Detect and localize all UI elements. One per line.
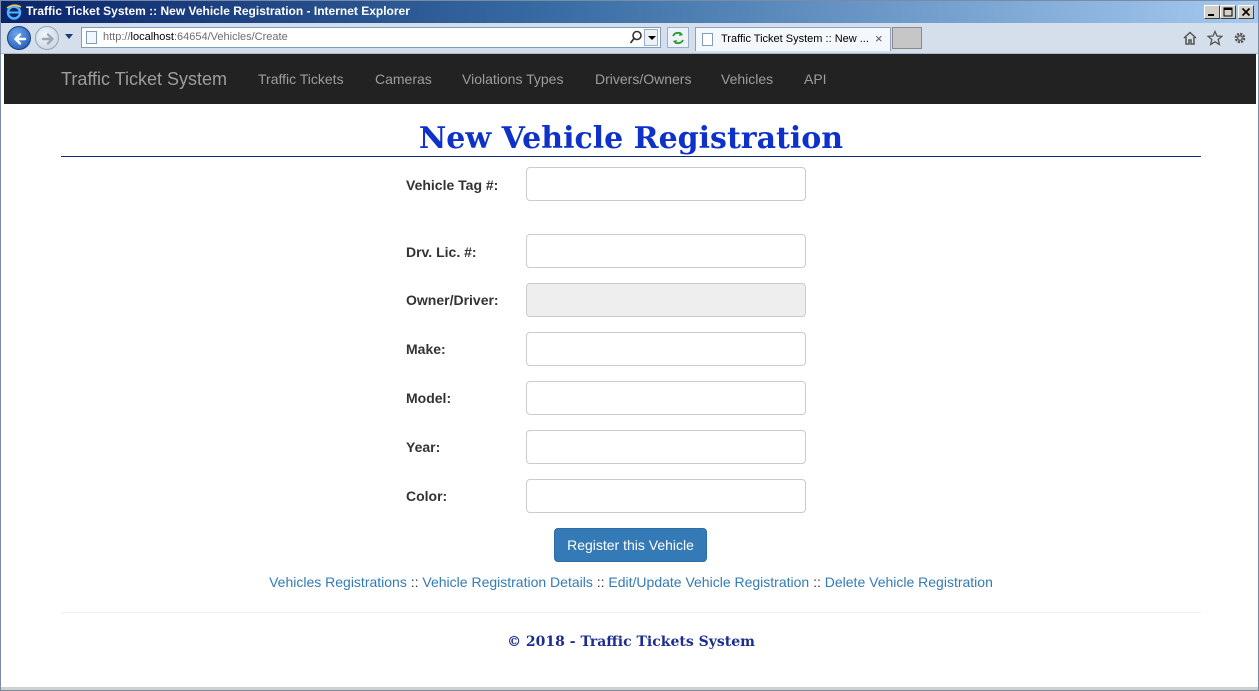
new-tab-button[interactable] (892, 27, 922, 49)
forward-arrow-icon (41, 33, 54, 45)
browser-tab[interactable]: Traffic Ticket System :: New ... × (695, 27, 891, 51)
nav-link-traffic-tickets[interactable]: Traffic Tickets (258, 71, 344, 87)
vehicle-tag-input[interactable] (526, 167, 806, 201)
nav-link-api[interactable]: API (804, 71, 827, 87)
maximize-button[interactable] (1220, 5, 1236, 19)
register-vehicle-button[interactable]: Register this Vehicle (554, 528, 707, 562)
model-label: Model: (406, 390, 452, 406)
link-delete-vehicle-registration[interactable]: Delete Vehicle Registration (825, 574, 993, 590)
back-arrow-icon (14, 33, 27, 45)
browser-window: Traffic Ticket System :: New Vehicle Reg… (0, 0, 1259, 691)
home-icon[interactable] (1182, 30, 1198, 46)
footer-divider (61, 612, 1201, 613)
link-separator: :: (809, 574, 825, 590)
make-input[interactable] (526, 332, 806, 366)
link-vehicle-registration-details[interactable]: Vehicle Registration Details (422, 574, 592, 590)
address-bar[interactable]: http://localhost:64654/Vehicles/Create (81, 27, 661, 48)
window-title: Traffic Ticket System :: New Vehicle Reg… (26, 4, 410, 18)
back-button[interactable] (7, 26, 31, 50)
url-prefix: http:// (103, 31, 131, 43)
refresh-icon (672, 31, 684, 45)
nav-link-cameras[interactable]: Cameras (375, 71, 432, 87)
tab-page-icon (702, 33, 713, 46)
site-navbar: Traffic Ticket System Traffic Tickets Ca… (4, 54, 1256, 104)
minimize-icon (1208, 14, 1214, 16)
page-title: New Vehicle Registration (418, 121, 844, 156)
title-bar: Traffic Ticket System :: New Vehicle Reg… (1, 1, 1258, 23)
year-input[interactable] (526, 430, 806, 464)
link-vehicles-registrations[interactable]: Vehicles Registrations (269, 574, 407, 590)
model-input[interactable] (526, 381, 806, 415)
related-links: Vehicles Registrations :: Vehicle Regist… (61, 574, 1201, 590)
browser-toolbar: http://localhost:64654/Vehicles/Create T… (1, 23, 1258, 54)
gear-icon[interactable] (1232, 30, 1248, 46)
vehicle-tag-label: Vehicle Tag #: (406, 177, 499, 193)
link-separator: :: (406, 574, 423, 590)
nav-link-vehicles[interactable]: Vehicles (721, 71, 773, 87)
url-path: :64654/Vehicles/Create (173, 31, 288, 43)
refresh-button[interactable] (667, 27, 689, 48)
search-icon[interactable] (629, 30, 643, 45)
window-bottom-edge (1, 687, 1258, 690)
link-edit-update-vehicle-registration[interactable]: Edit/Update Vehicle Registration (608, 574, 809, 590)
favorites-star-icon[interactable] (1207, 30, 1223, 46)
address-url[interactable]: http://localhost:64654/Vehicles/Create (103, 31, 288, 43)
minimize-button[interactable] (1204, 5, 1220, 19)
owner-driver-label: Owner/Driver: (406, 292, 499, 308)
recent-pages-dropdown[interactable] (65, 34, 73, 39)
owner-driver-input (526, 283, 806, 317)
close-window-button[interactable] (1238, 5, 1254, 19)
url-host: localhost (130, 31, 174, 43)
nav-link-drivers-owners[interactable]: Drivers/Owners (595, 71, 691, 87)
tab-close-icon[interactable]: × (875, 31, 883, 46)
make-label: Make: (406, 341, 446, 357)
forward-button[interactable] (35, 26, 59, 50)
color-input[interactable] (526, 479, 806, 513)
navbar-brand[interactable]: Traffic Ticket System (61, 69, 227, 90)
ie-logo-icon (6, 4, 22, 20)
title-divider (61, 156, 1201, 157)
year-label: Year: (406, 439, 441, 455)
nav-link-violations-types[interactable]: Violations Types (462, 71, 563, 87)
footer-copyright: © 2018 - Traffic Tickets System (507, 634, 755, 650)
address-dropdown-button[interactable] (644, 29, 658, 46)
tab-title: Traffic Ticket System :: New ... (721, 33, 869, 45)
page-icon (86, 31, 97, 44)
maximize-icon (1223, 7, 1233, 17)
color-label: Color: (406, 488, 448, 504)
drivers-license-label: Drv. Lic. #: (406, 244, 477, 260)
drivers-license-input[interactable] (526, 234, 806, 268)
close-icon (1241, 7, 1251, 17)
link-separator: :: (592, 574, 609, 590)
